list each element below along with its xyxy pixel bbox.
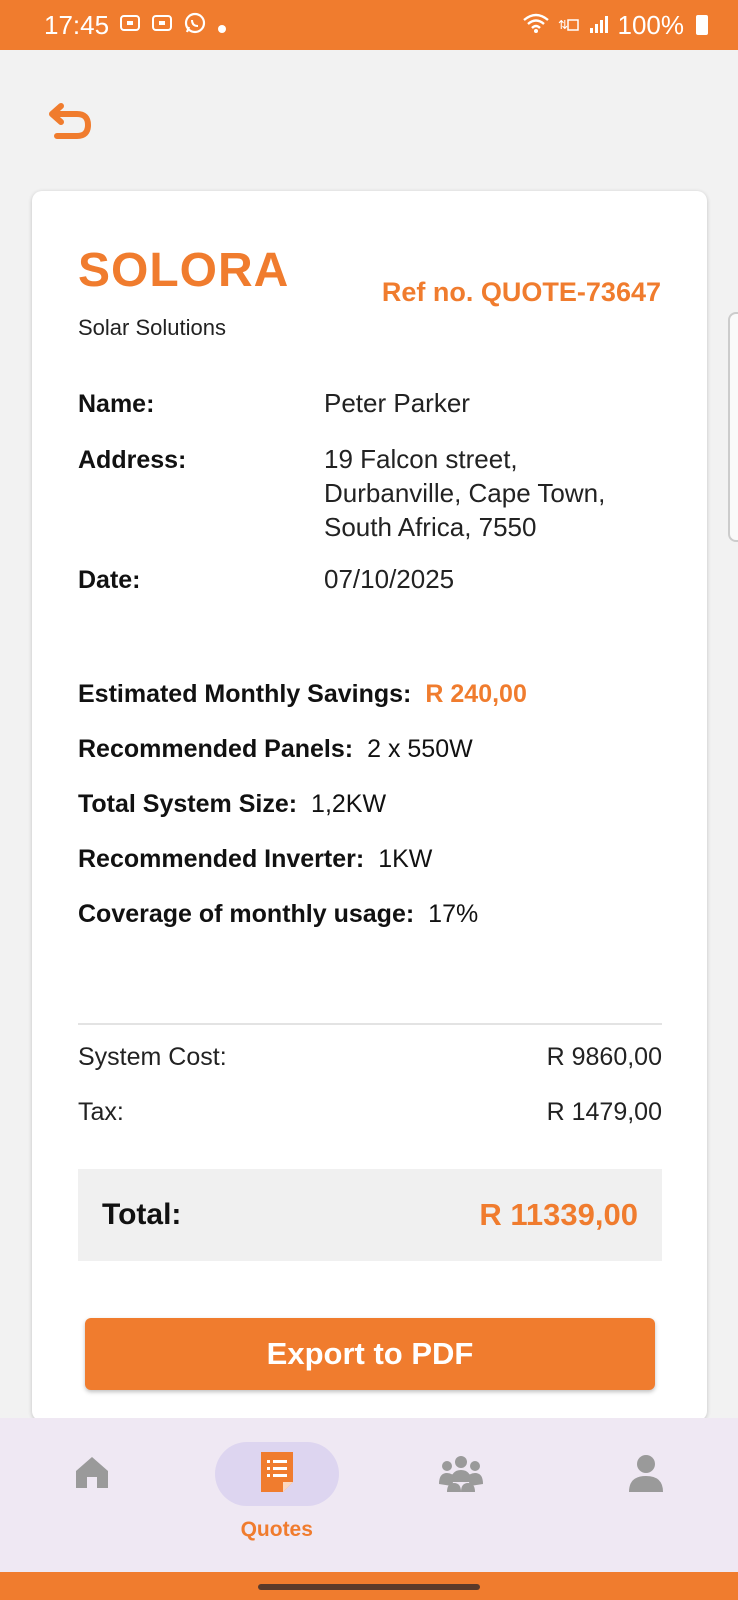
date-value: 07/10/2025 bbox=[324, 564, 455, 594]
nav-label-quotes: Quotes bbox=[240, 1518, 313, 1541]
status-time: 17:45 bbox=[44, 9, 110, 40]
status-bar: 17:45 ⇅ 100% bbox=[0, 0, 738, 50]
stat-label: Coverage of monthly usage: bbox=[78, 900, 415, 928]
profile-icon bbox=[626, 1452, 666, 1497]
brand-logo: SOLORA bbox=[78, 244, 290, 297]
address-line: 19 Falcon street, bbox=[324, 444, 518, 474]
address-line: South Africa, 7550 bbox=[324, 512, 537, 542]
cost-label: Tax: bbox=[78, 1098, 124, 1126]
export-pdf-button[interactable]: Export to PDF bbox=[85, 1318, 655, 1390]
quote-reference: Ref no. QUOTE-73647 bbox=[381, 277, 661, 307]
stat-row-panels: Recommended Panels: 2 x 550W bbox=[78, 735, 473, 764]
address-value: 19 Falcon street, Durbanville, Cape Town… bbox=[324, 442, 605, 544]
address-line: Durbanville, Cape Town, bbox=[324, 478, 606, 508]
undo-arrow-icon bbox=[47, 98, 93, 147]
total-label: Total: bbox=[102, 1198, 182, 1231]
cost-row-tax: Tax: R 1479,00 bbox=[78, 1098, 662, 1127]
stat-value: 17% bbox=[428, 900, 479, 928]
stat-row-inverter: Recommended Inverter: 1KW bbox=[78, 845, 432, 874]
divider bbox=[78, 1023, 662, 1025]
nav-item-profile[interactable] bbox=[554, 1418, 738, 1572]
stat-label: Total System Size: bbox=[78, 790, 298, 818]
volte-icon: ⇅ bbox=[558, 10, 580, 41]
cost-value: R 9860,00 bbox=[546, 1043, 662, 1071]
cost-label: System Cost: bbox=[78, 1043, 227, 1071]
address-label: Address: bbox=[78, 446, 187, 474]
quotes-icon bbox=[258, 1450, 296, 1499]
screenshot-icon bbox=[151, 13, 173, 38]
stat-label: Estimated Monthly Savings: bbox=[78, 680, 412, 708]
nav-item-quotes[interactable]: Quotes bbox=[185, 1418, 370, 1572]
wifi-icon bbox=[522, 10, 550, 41]
nav-icon-container bbox=[399, 1442, 523, 1506]
brand-subtitle: Solar Solutions bbox=[78, 315, 226, 340]
battery-icon bbox=[696, 15, 708, 35]
stat-row-coverage: Coverage of monthly usage: 17% bbox=[78, 900, 478, 929]
dot-icon bbox=[217, 10, 227, 41]
stat-row-system-size: Total System Size: 1,2KW bbox=[78, 790, 386, 819]
bottom-nav: Quotes bbox=[0, 1418, 738, 1572]
date-label: Date: bbox=[78, 566, 141, 594]
cost-value: R 1479,00 bbox=[546, 1098, 662, 1126]
cost-row-system: System Cost: R 9860,00 bbox=[78, 1043, 662, 1072]
stat-row-savings: Estimated Monthly Savings: R 240,00 bbox=[78, 680, 527, 709]
nav-icon-container bbox=[584, 1442, 708, 1506]
nav-item-home[interactable] bbox=[0, 1418, 185, 1572]
status-left: 17:45 bbox=[44, 10, 227, 41]
stat-value: R 240,00 bbox=[425, 680, 527, 708]
battery-percent: 100% bbox=[617, 9, 685, 40]
nav-item-group[interactable] bbox=[369, 1418, 554, 1572]
gesture-handle[interactable] bbox=[258, 1584, 480, 1590]
nav-icon-container bbox=[214, 1442, 339, 1506]
stat-value: 1KW bbox=[378, 845, 433, 873]
stat-value: 1,2KW bbox=[311, 790, 387, 818]
home-icon bbox=[72, 1452, 112, 1497]
gesture-bar bbox=[0, 1572, 738, 1600]
nav-icon-container bbox=[30, 1442, 154, 1506]
name-label: Name: bbox=[78, 390, 155, 418]
screenshot-icon bbox=[119, 13, 141, 38]
name-value: Peter Parker bbox=[324, 388, 470, 418]
group-icon bbox=[437, 1452, 485, 1497]
scroll-handle[interactable] bbox=[728, 312, 738, 542]
signal-icon bbox=[588, 10, 610, 41]
stat-label: Recommended Panels: bbox=[78, 735, 354, 763]
total-box: Total: R 11339,00 bbox=[78, 1169, 662, 1261]
status-right: ⇅ 100% bbox=[522, 9, 708, 41]
total-value: R 11339,00 bbox=[479, 1197, 638, 1232]
back-button[interactable] bbox=[44, 96, 96, 148]
quote-card: SOLORA Solar Solutions Ref no. QUOTE-736… bbox=[32, 191, 707, 1421]
svg-text:⇅: ⇅ bbox=[558, 18, 568, 32]
whatsapp-icon bbox=[183, 11, 207, 40]
stat-value: 2 x 550W bbox=[367, 735, 473, 763]
stat-label: Recommended Inverter: bbox=[78, 845, 365, 873]
